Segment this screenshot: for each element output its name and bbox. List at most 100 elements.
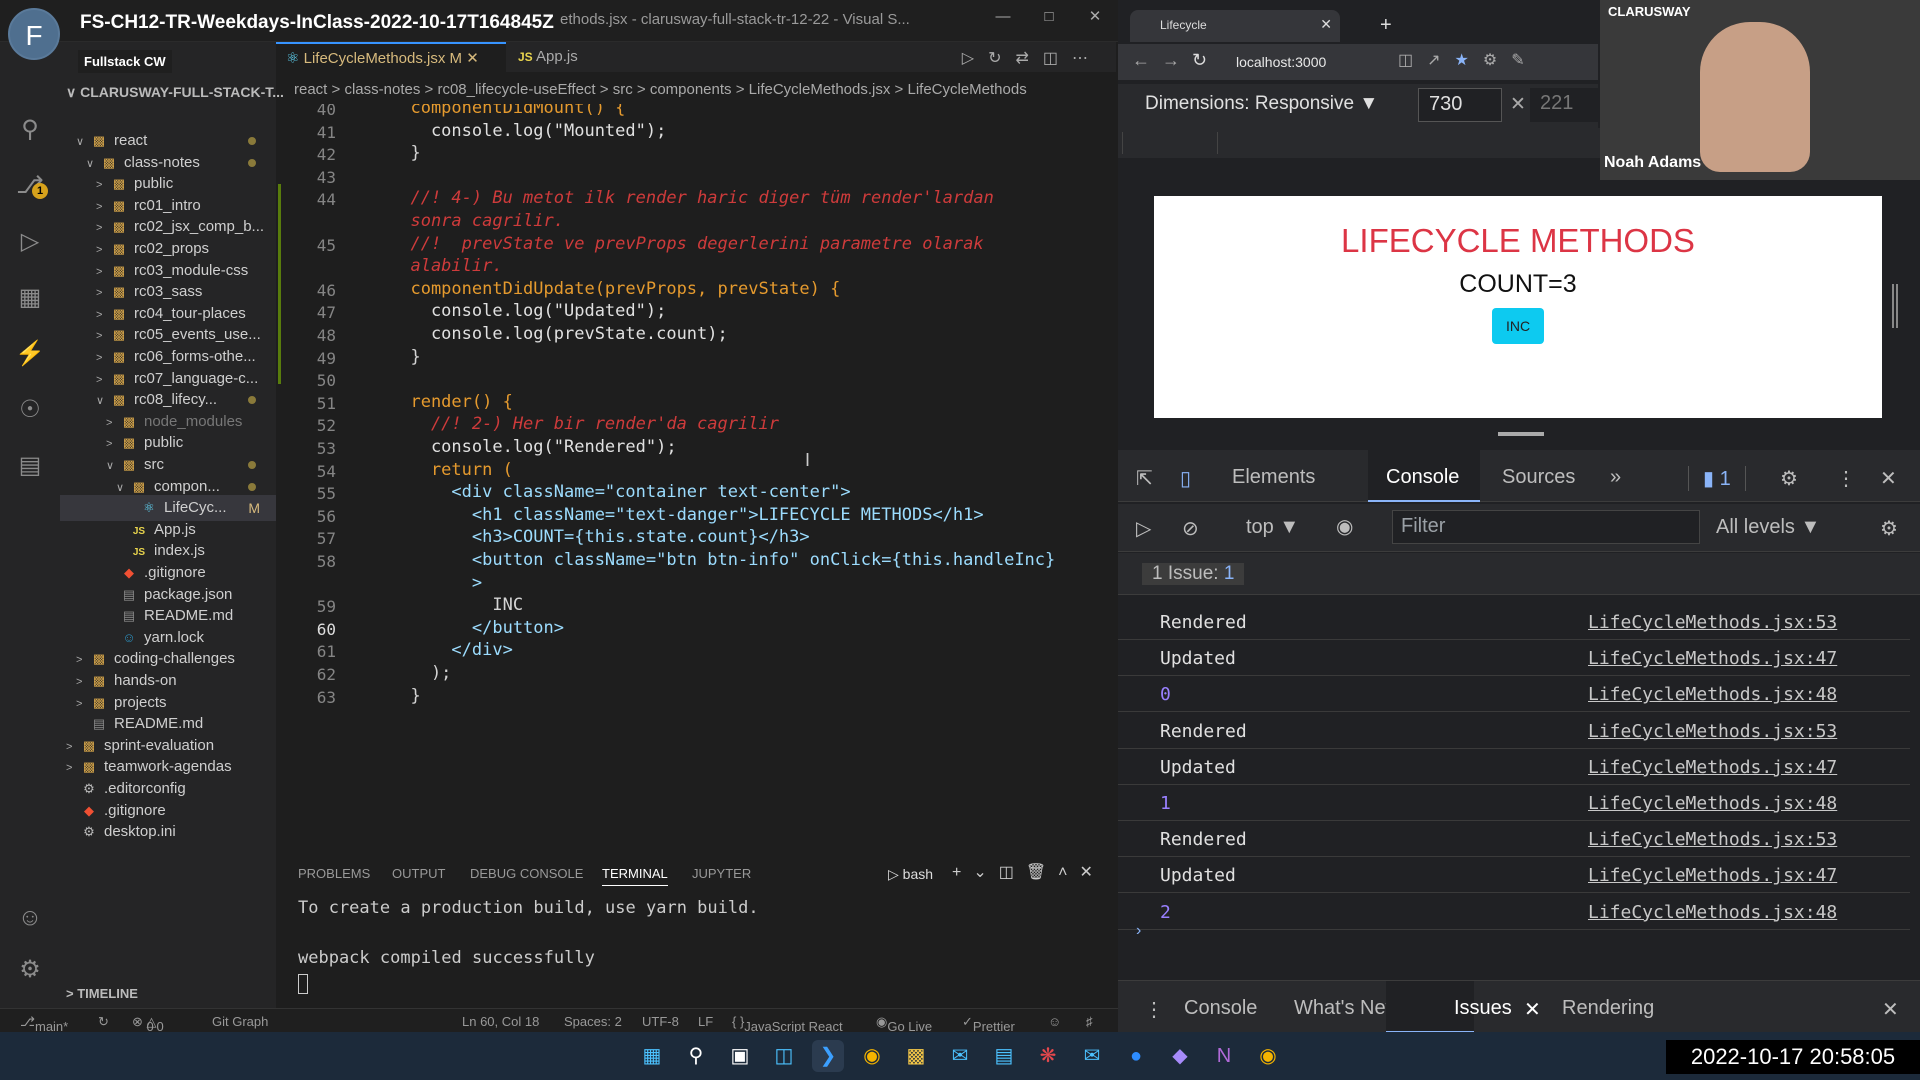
editor-actions[interactable]: ▷↻⇄◫⋯ [962,48,1102,68]
account-icon[interactable]: ☺ [14,902,46,934]
prettier-status[interactable]: ✓ Prettier [962,1014,1015,1034]
task-view-icon[interactable]: ▣ [724,1040,756,1072]
new-tab-icon[interactable]: + [1380,14,1392,37]
problems-status[interactable]: ⊗ 0 △ 0 [132,1014,164,1034]
height-input[interactable]: 221 [1530,88,1598,122]
tab-app-js[interactable]: JS App.js [508,42,588,72]
onenote-icon[interactable]: N [1208,1040,1240,1072]
maximize-icon[interactable]: □ [1026,0,1072,34]
dimensions-dropdown[interactable]: Dimensions: Responsive ▼ [1145,93,1378,115]
slack-icon[interactable]: ❋ [1032,1040,1064,1072]
filter-input[interactable]: Filter [1392,510,1700,544]
search-icon[interactable]: ⚲ [680,1040,712,1072]
run-debug-icon[interactable]: ▷ [14,226,46,258]
terminal-actions[interactable]: +⌄◫🗑˄✕ [952,862,1105,882]
clear-console-icon[interactable]: ⊘ [1182,516,1199,541]
console-source-link[interactable]: LifeCycleMethods.jsx:53 [1588,829,1837,850]
console-source-link[interactable]: LifeCycleMethods.jsx:47 [1588,648,1837,669]
console-source-link[interactable]: LifeCycleMethods.jsx:48 [1588,684,1837,705]
drawer-tab-issues[interactable]: Issues [1454,997,1512,1020]
avatar[interactable]: F [8,8,60,60]
tab-elements[interactable]: Elements [1232,466,1315,489]
side-resize-handle[interactable] [1892,284,1898,328]
sidebar-toggle-icon[interactable]: ▷ [1136,516,1151,541]
width-input[interactable]: 730 [1418,88,1502,122]
context-select[interactable]: top ▼ [1246,516,1299,539]
inspect-icon[interactable]: ⇱ [1136,466,1153,491]
feedback-icon[interactable]: ☺ [1048,1014,1061,1029]
lightning-icon[interactable]: ⚡ [14,338,46,370]
breadcrumb[interactable]: react > class-notes > rc08_lifecycle-use… [276,78,1116,102]
close-icon[interactable]: ✕ [1882,997,1899,1022]
tab-output[interactable]: OUTPUT [392,866,445,881]
timeline-section[interactable]: > TIMELINE [66,986,138,1001]
console-source-link[interactable]: LifeCycleMethods.jsx:47 [1588,865,1837,886]
outlook-icon[interactable]: ✉ [1076,1040,1108,1072]
breadcrumb-item[interactable]: components [650,81,732,98]
terminal-output[interactable]: To create a production build, use yarn b… [276,890,1116,1010]
minimize-icon[interactable]: — [980,0,1026,34]
language-status[interactable]: { } JavaScript React [732,1014,843,1034]
reload-icon[interactable]: ↻ [1192,50,1207,71]
explorer-root[interactable]: ∨ CLARUSWAY-FULL-STACK-T... [66,84,284,101]
breadcrumb-item[interactable]: LifeCycleMethods [907,81,1026,98]
encoding-status[interactable]: UTF-8 [642,1014,679,1029]
tab-terminal[interactable]: TERMINAL [602,866,668,886]
vscode-taskbar-icon[interactable]: ❯ [812,1040,844,1072]
search-icon[interactable]: ⚲ [14,114,46,146]
close-icon[interactable]: ✕ [1072,0,1118,34]
breadcrumb-item[interactable]: react [294,81,327,98]
url-field[interactable]: localhost:3000 [1236,50,1396,74]
forward-icon[interactable]: → [1162,50,1180,71]
breadcrumb-item[interactable]: rc08_lifecycle-useEffect [437,81,595,98]
settings-gear-icon[interactable]: ⚙ [1780,466,1798,491]
eye-icon[interactable]: ◉ [1336,514,1353,539]
back-icon[interactable]: ← [1132,50,1150,71]
tree-item[interactable]: ⚙ desktop.ini [60,819,276,845]
console-source-link[interactable]: LifeCycleMethods.jsx:47 [1588,757,1837,778]
git-graph-icon[interactable]: ☉ [14,394,46,426]
zoom-icon[interactable]: ● [1120,1040,1152,1072]
console-source-link[interactable]: LifeCycleMethods.jsx:48 [1588,902,1837,923]
chrome-canary-icon[interactable]: ◉ [1252,1040,1284,1072]
terminal-shell[interactable]: ▷ bash [888,866,933,883]
issues-counter[interactable]: ▮ 1 [1688,466,1746,491]
close-icon[interactable]: ✕ [466,50,479,67]
drawer-tab-whats-new[interactable]: What's New [1294,997,1400,1020]
device-toggle-icon[interactable]: ▯ [1180,466,1191,491]
cursor-position[interactable]: Ln 60, Col 18 [462,1014,539,1029]
sync-icon[interactable]: ↻ [98,1014,109,1030]
settings-gear-icon[interactable]: ⚙ [14,954,46,986]
git-graph-status[interactable]: Git Graph [212,1014,268,1029]
tab-console[interactable]: Console [1386,466,1459,489]
close-icon[interactable]: ✕ [1880,466,1897,491]
tab-jupyter[interactable]: JUPYTER [692,866,751,881]
breadcrumb-item[interactable]: LifeCycleMethods.jsx [749,81,891,98]
tab-sources[interactable]: Sources [1502,466,1575,489]
tab-problems[interactable]: PROBLEMS [298,866,370,881]
bell-icon[interactable]: ♯ [1086,1014,1093,1029]
code-editor[interactable]: 40 componentDidMount() {41 console.log("… [276,104,1110,852]
resize-handle[interactable] [1498,432,1544,436]
close-icon[interactable]: ✕ [1320,16,1332,33]
git-icon[interactable]: ◆ [1164,1040,1196,1072]
console-prompt-icon[interactable]: › [1136,922,1141,940]
widgets-icon[interactable]: ◫ [768,1040,800,1072]
extensions-icon[interactable]: ▦ [14,282,46,314]
go-live-status[interactable]: ◉ Go Live [876,1014,932,1034]
drawer-tab-rendering[interactable]: Rendering [1562,997,1654,1020]
console-settings-icon[interactable]: ⚙ [1880,516,1898,541]
levels-select[interactable]: All levels ▼ [1716,516,1820,539]
branch-status[interactable]: ⎇ main* [20,1014,68,1034]
mail-icon[interactable]: ✉ [944,1040,976,1072]
tab-lifecyclemethods[interactable]: ⚛ LifeCycleMethods.jsx M ✕ [276,42,506,72]
browser-actions[interactable]: ◫↗★⚙✎ [1398,50,1539,70]
eol-status[interactable]: LF [698,1014,713,1029]
browser-tab[interactable]: Lifecycle ✕ [1130,10,1340,42]
drawer-menu-icon[interactable]: ⋮ [1144,997,1164,1022]
store-icon[interactable]: ▤ [988,1040,1020,1072]
chrome-icon[interactable]: ◉ [856,1040,888,1072]
tab-debug-console[interactable]: DEBUG CONSOLE [470,866,583,881]
breakpoint-bar[interactable] [1122,132,1218,154]
indent-status[interactable]: Spaces: 2 [564,1014,622,1029]
